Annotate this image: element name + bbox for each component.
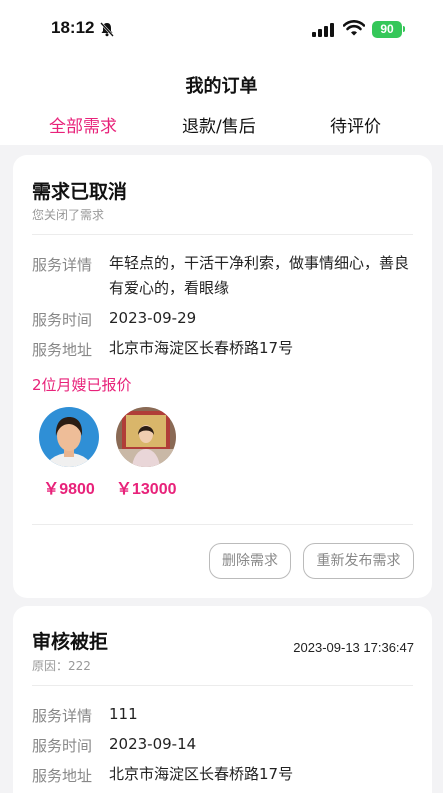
battery-icon: 90 xyxy=(372,21,402,38)
wifi-icon xyxy=(342,20,366,40)
time-value: 2023-09-29 xyxy=(109,309,197,327)
detail-label: 服务详情 xyxy=(32,707,93,725)
detail-value: 111 xyxy=(109,705,138,723)
order-card[interactable]: 需求已取消 您关闭了需求 服务详情 年轻点的，干活干净利索，做事情细心，善良有爱… xyxy=(13,155,432,598)
time-value: 2023-09-14 xyxy=(109,735,197,753)
order-tabs: 全部需求 退款/售后 待评价 xyxy=(0,112,443,142)
signal-icon xyxy=(312,22,336,41)
quote-heading: 2位月嫂已报价 xyxy=(32,376,132,394)
address-value: 北京市海淀区长春桥路17号 xyxy=(109,765,294,783)
order-status: 需求已取消 xyxy=(32,181,128,203)
divider xyxy=(32,685,413,686)
quote-price: ￥13000 xyxy=(116,481,177,498)
tab-refund-aftersale[interactable]: 退款/售后 xyxy=(182,112,256,137)
divider xyxy=(32,524,413,525)
page-title: 我的订单 xyxy=(185,76,258,97)
divider xyxy=(32,234,413,235)
order-time: 2023-09-13 17:36:47 xyxy=(293,640,414,655)
status-time: 18:12 xyxy=(51,18,95,37)
delete-request-button[interactable]: 删除需求 xyxy=(209,543,291,579)
tab-all-requests[interactable]: 全部需求 xyxy=(49,112,117,137)
nanny-quote[interactable]: ￥9800 xyxy=(39,407,99,499)
order-card[interactable]: 审核被拒 原因：222 2023-09-13 17:36:47 服务详情 111… xyxy=(13,606,432,793)
order-note: 原因：222 xyxy=(32,659,91,673)
quote-price: ￥9800 xyxy=(43,481,95,498)
time-label: 服务时间 xyxy=(32,737,93,755)
nanny-quote[interactable]: ￥13000 xyxy=(116,407,177,499)
status-bar: 18:12 90 xyxy=(0,0,443,58)
avatar[interactable] xyxy=(116,407,176,467)
header: 18:12 90 我的订单 全部需求 退款/售后 待评价 xyxy=(0,0,443,145)
tab-pending-review[interactable]: 待评价 xyxy=(330,112,381,137)
order-status: 审核被拒 xyxy=(32,631,109,653)
time-label: 服务时间 xyxy=(32,311,93,329)
order-note: 您关闭了需求 xyxy=(32,208,105,222)
address-label: 服务地址 xyxy=(32,767,93,785)
battery-tip xyxy=(403,26,405,32)
detail-label: 服务详情 xyxy=(32,256,93,274)
avatar[interactable] xyxy=(39,407,99,467)
detail-value: 年轻点的，干活干净利索，做事情细心，善良有爱心的，看眼缘 xyxy=(109,254,410,297)
address-label: 服务地址 xyxy=(32,341,93,359)
address-value: 北京市海淀区长春桥路17号 xyxy=(109,339,294,357)
bell-muted-icon xyxy=(99,21,115,41)
republish-request-button[interactable]: 重新发布需求 xyxy=(303,543,414,579)
